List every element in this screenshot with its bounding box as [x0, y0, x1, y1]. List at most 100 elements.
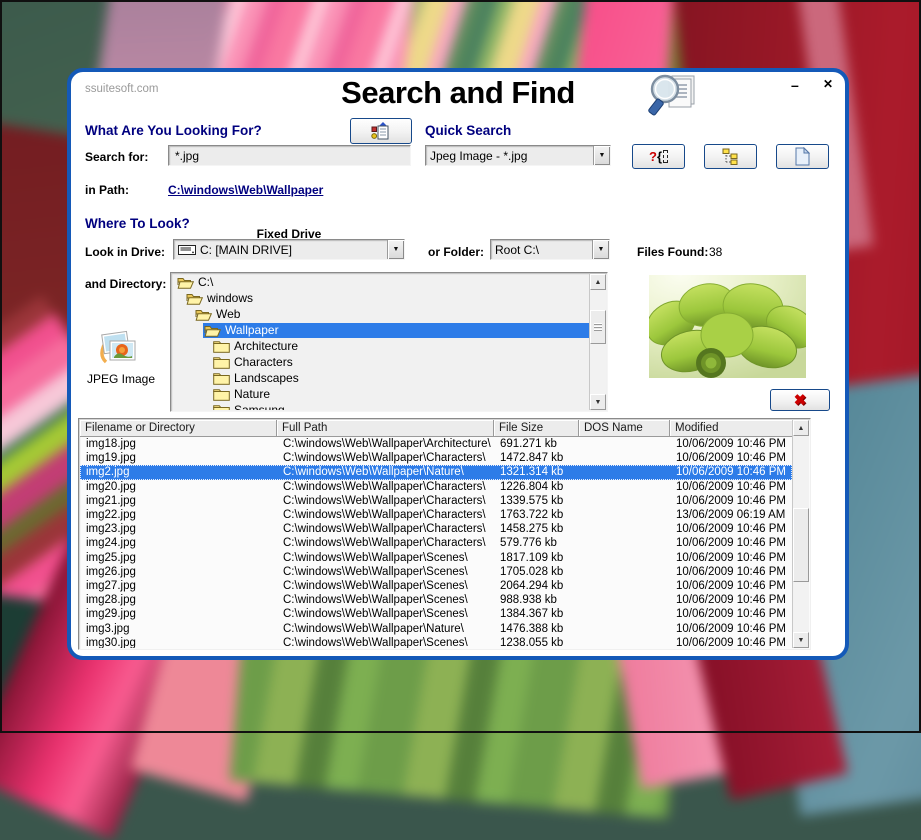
column-header[interactable]: DOS Name — [579, 420, 670, 437]
table-row[interactable]: img24.jpgC:\windows\Web\Wallpaper\Charac… — [80, 536, 792, 550]
tree-scrollbar-thumb[interactable] — [590, 310, 606, 344]
table-row[interactable]: img23.jpgC:\windows\Web\Wallpaper\Charac… — [80, 522, 792, 536]
tree-item-architecture[interactable]: Architecture — [172, 338, 589, 354]
tree-item-label: Nature — [234, 387, 270, 401]
red-x-icon: ✖ — [794, 391, 807, 409]
directory-tree: C:\ windows Web Wallpaper Architecture C… — [170, 272, 608, 412]
results-table-header: Filename or Directory Full Path File Siz… — [80, 420, 792, 437]
table-cell: 10/06/2009 10:46 PM — [670, 552, 792, 564]
table-cell: img27.jpg — [80, 580, 277, 592]
files-found-label: Files Found: — [637, 245, 708, 259]
table-cell: C:\windows\Web\Wallpaper\Characters\ — [277, 481, 494, 493]
table-cell: 988.938 kb — [494, 594, 579, 606]
path-link[interactable]: C:\windows\Web\Wallpaper — [168, 183, 323, 197]
table-row[interactable]: img2.jpgC:\windows\Web\Wallpaper\Nature\… — [80, 465, 792, 479]
table-cell: C:\windows\Web\Wallpaper\Nature\ — [277, 623, 494, 635]
table-row[interactable]: img3.jpgC:\windows\Web\Wallpaper\Nature\… — [80, 621, 792, 635]
table-row[interactable]: img18.jpgC:\windows\Web\Wallpaper\Archit… — [80, 437, 792, 451]
tree-scrollbar[interactable]: ▲ ▼ — [589, 274, 606, 410]
report-button[interactable] — [350, 118, 412, 144]
column-header[interactable]: Filename or Directory — [80, 420, 277, 437]
table-scrollbar[interactable]: ▲ ▼ — [792, 420, 809, 648]
table-cell: 10/06/2009 10:46 PM — [670, 608, 792, 620]
column-header[interactable]: Modified — [670, 420, 792, 437]
quick-search-select[interactable]: Jpeg Image - *.jpg ▼ — [425, 145, 611, 166]
jpeg-image-icon — [96, 328, 138, 370]
column-header[interactable]: File Size — [494, 420, 579, 437]
table-cell: 2064.294 kb — [494, 580, 579, 592]
table-row[interactable]: img27.jpgC:\windows\Web\Wallpaper\Scenes… — [80, 579, 792, 593]
table-cell: C:\windows\Web\Wallpaper\Scenes\ — [277, 637, 494, 648]
tree-item-c[interactable]: C:\ — [172, 274, 589, 290]
table-row[interactable]: img21.jpgC:\windows\Web\Wallpaper\Charac… — [80, 494, 792, 508]
table-cell: img30.jpg — [80, 637, 277, 648]
new-file-button[interactable] — [776, 144, 829, 169]
tree-item-samsung[interactable]: Samsung — [172, 402, 589, 410]
delete-button[interactable]: ✖ — [770, 389, 830, 411]
table-cell: 1339.575 kb — [494, 495, 579, 507]
chevron-down-icon[interactable]: ▼ — [592, 240, 609, 259]
folder-tree-button[interactable] — [704, 144, 757, 169]
results-table-body: img18.jpgC:\windows\Web\Wallpaper\Archit… — [80, 437, 792, 648]
table-cell: 1458.275 kb — [494, 523, 579, 535]
table-cell: C:\windows\Web\Wallpaper\Scenes\ — [277, 608, 494, 620]
table-cell: 1763.722 kb — [494, 509, 579, 521]
table-cell: img2.jpg — [80, 466, 277, 478]
table-cell: 10/06/2009 10:46 PM — [670, 580, 792, 592]
table-cell: C:\windows\Web\Wallpaper\Scenes\ — [277, 566, 494, 578]
tree-item-wallpaper[interactable]: Wallpaper — [172, 322, 589, 338]
table-row[interactable]: img26.jpgC:\windows\Web\Wallpaper\Scenes… — [80, 565, 792, 579]
tree-item-windows[interactable]: windows — [172, 290, 589, 306]
section-quick-search: Quick Search — [425, 123, 511, 138]
tree-item-nature[interactable]: Nature — [172, 386, 589, 402]
scroll-up-icon[interactable]: ▲ — [793, 420, 809, 436]
table-row[interactable]: img28.jpgC:\windows\Web\Wallpaper\Scenes… — [80, 593, 792, 607]
column-header[interactable]: Full Path — [277, 420, 494, 437]
chevron-down-icon[interactable]: ▼ — [593, 146, 610, 165]
table-cell: img29.jpg — [80, 608, 277, 620]
tree-item-web[interactable]: Web — [172, 306, 589, 322]
table-row[interactable]: img29.jpgC:\windows\Web\Wallpaper\Scenes… — [80, 607, 792, 621]
tree-item-label: Characters — [234, 355, 293, 369]
table-cell: C:\windows\Web\Wallpaper\Architecture\ — [277, 438, 494, 450]
chevron-down-icon[interactable]: ▼ — [387, 240, 404, 259]
table-row[interactable]: img19.jpgC:\windows\Web\Wallpaper\Charac… — [80, 451, 792, 465]
drive-select[interactable]: C: [MAIN DRIVE] ▼ — [173, 239, 405, 260]
table-row[interactable]: img20.jpgC:\windows\Web\Wallpaper\Charac… — [80, 480, 792, 494]
table-cell: 10/06/2009 10:46 PM — [670, 637, 792, 648]
scroll-up-icon[interactable]: ▲ — [590, 274, 606, 290]
folder-select[interactable]: Root C:\ ▼ — [490, 239, 610, 260]
table-cell: 1476.388 kb — [494, 623, 579, 635]
table-row[interactable]: img30.jpgC:\windows\Web\Wallpaper\Scenes… — [80, 636, 792, 648]
table-cell: 1705.028 kb — [494, 566, 579, 578]
app-magnifier-document-icon — [646, 73, 700, 121]
scroll-down-icon[interactable]: ▼ — [590, 394, 606, 410]
drive-value: C: [MAIN DRIVE] — [200, 243, 292, 257]
scroll-down-icon[interactable]: ▼ — [793, 632, 809, 648]
table-cell: 10/06/2009 10:46 PM — [670, 438, 792, 450]
table-cell: 1472.847 kb — [494, 452, 579, 464]
folder-closed-icon — [213, 388, 230, 401]
and-directory-label: and Directory: — [85, 277, 166, 291]
search-options-button[interactable]: ?{ — [632, 144, 685, 169]
table-cell: 10/06/2009 10:46 PM — [670, 466, 792, 478]
or-folder-label: or Folder: — [428, 245, 484, 259]
table-cell: 10/06/2009 10:46 PM — [670, 452, 792, 464]
preview-image — [649, 275, 806, 378]
table-cell: C:\windows\Web\Wallpaper\Scenes\ — [277, 552, 494, 564]
tree-item-label: C:\ — [198, 275, 213, 289]
table-cell: 13/06/2009 06:19 AM — [670, 509, 792, 521]
files-found-value: 38 — [709, 245, 722, 259]
table-cell: img24.jpg — [80, 537, 277, 549]
search-input[interactable]: *.jpg — [168, 145, 411, 166]
tree-item-landscapes[interactable]: Landscapes — [172, 370, 589, 386]
close-button[interactable]: ✕ — [823, 77, 833, 93]
table-scrollbar-thumb[interactable] — [793, 508, 809, 582]
table-cell: img26.jpg — [80, 566, 277, 578]
tree-item-characters[interactable]: Characters — [172, 354, 589, 370]
minimize-button[interactable]: – — [791, 77, 799, 93]
table-row[interactable]: img25.jpgC:\windows\Web\Wallpaper\Scenes… — [80, 551, 792, 565]
table-cell: 1321.314 kb — [494, 466, 579, 478]
table-row[interactable]: img22.jpgC:\windows\Web\Wallpaper\Charac… — [80, 508, 792, 522]
table-cell: 1238.055 kb — [494, 637, 579, 648]
